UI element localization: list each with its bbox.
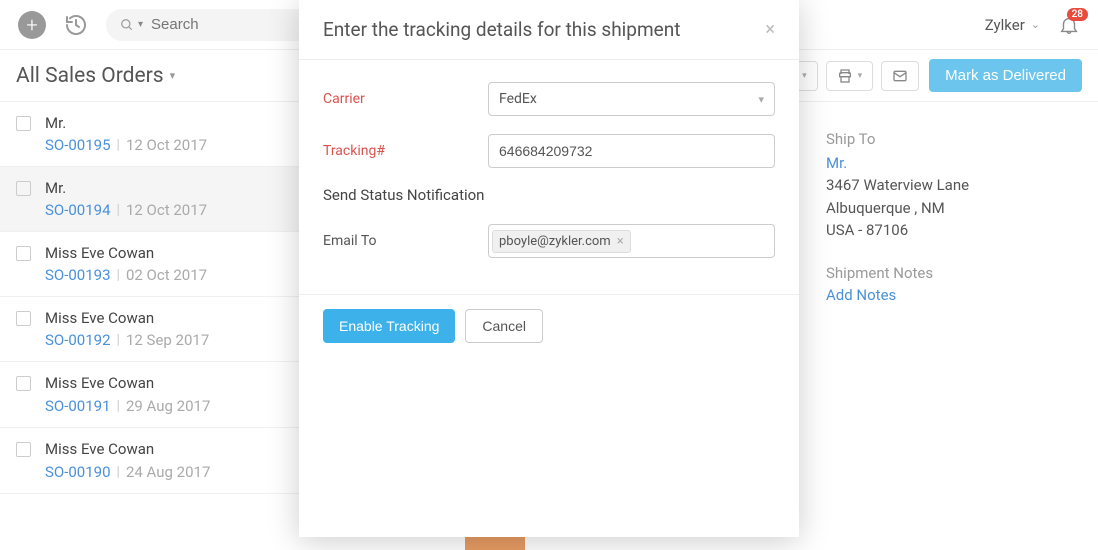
order-number: SO-00190 [45, 463, 111, 481]
order-date: 24 Aug 2017 [126, 463, 210, 481]
email-chip: pboyle@zykler.com × [492, 230, 631, 253]
chevron-down-icon: ▾ [858, 71, 863, 81]
email-button[interactable] [881, 61, 919, 91]
order-checkbox[interactable] [16, 116, 31, 131]
carrier-label: Carrier [323, 91, 488, 107]
ship-to-line2: Albuquerque , NM [826, 197, 1066, 220]
chevron-down-icon: ▾ [758, 93, 764, 106]
tracking-label: Tracking# [323, 143, 488, 159]
emailto-row: Email To pboyle@zykler.com × [323, 224, 775, 258]
order-number: SO-00194 [45, 201, 111, 219]
order-list-title-dropdown[interactable]: All Sales Orders ▾ [16, 64, 175, 88]
modal-body: Carrier FedEx ▾ Tracking# Send Status No… [299, 60, 799, 294]
carrier-value: FedEx [499, 91, 537, 107]
order-number: SO-00191 [45, 397, 111, 415]
notification-badge: 28 [1067, 8, 1088, 21]
order-customer-name: Miss Eve Cowan [45, 309, 154, 327]
add-notes-link[interactable]: Add Notes [826, 286, 1066, 304]
modal-title: Enter the tracking details for this ship… [323, 18, 765, 41]
order-customer-name: Mr. [45, 114, 66, 132]
tracking-row: Tracking# [323, 134, 775, 168]
modal-header: Enter the tracking details for this ship… [299, 0, 799, 60]
chevron-down-icon: ▾ [802, 71, 807, 81]
chevron-down-icon: ▾ [170, 69, 176, 82]
tracking-modal: Enter the tracking details for this ship… [299, 0, 799, 537]
search-icon [120, 18, 134, 32]
order-customer-name: Miss Eve Cowan [45, 440, 154, 458]
order-customer-name: Miss Eve Cowan [45, 244, 154, 262]
emailto-label: Email To [323, 233, 488, 249]
email-chip-text: pboyle@zykler.com [499, 234, 611, 249]
tracking-input[interactable] [488, 134, 775, 168]
order-date: 12 Oct 2017 [126, 136, 207, 154]
order-checkbox[interactable] [16, 246, 31, 261]
order-customer-name: Miss Eve Cowan [45, 374, 154, 392]
order-checkbox[interactable] [16, 311, 31, 326]
order-customer-name: Mr. [45, 179, 66, 197]
order-number: SO-00195 [45, 136, 111, 154]
ship-to-section: Ship To Mr. 3467 Waterview Lane Albuquer… [826, 130, 1066, 304]
enable-tracking-button[interactable]: Enable Tracking [323, 309, 455, 343]
carrier-row: Carrier FedEx ▾ [323, 82, 775, 116]
ship-to-label: Ship To [826, 130, 1066, 148]
search-scope-caret-icon: ▾ [138, 19, 143, 30]
order-date: 12 Oct 2017 [126, 201, 207, 219]
ship-to-name[interactable]: Mr. [826, 154, 1066, 172]
cancel-button[interactable]: Cancel [465, 309, 543, 343]
history-icon[interactable] [64, 13, 88, 37]
order-checkbox[interactable] [16, 376, 31, 391]
order-date: 02 Oct 2017 [126, 266, 207, 284]
order-date: 29 Aug 2017 [126, 397, 210, 415]
profile-name: Zylker [985, 16, 1025, 34]
chevron-down-icon: ⌄ [1031, 18, 1040, 31]
notify-label: Send Status Notification [323, 186, 775, 204]
emailto-input[interactable]: pboyle@zykler.com × [488, 224, 775, 258]
print-button[interactable]: ▾ [826, 61, 874, 91]
mark-delivered-button[interactable]: Mark as Delivered [929, 59, 1082, 92]
profile-menu[interactable]: Zylker ⌄ [985, 16, 1040, 34]
notifications-button[interactable]: 28 [1058, 14, 1080, 36]
modal-footer: Enable Tracking Cancel [299, 294, 799, 363]
add-button[interactable]: + [18, 11, 46, 39]
order-number: SO-00192 [45, 331, 111, 349]
order-checkbox[interactable] [16, 181, 31, 196]
ship-to-line1: 3467 Waterview Lane [826, 174, 1066, 197]
modal-close-button[interactable]: × [765, 19, 775, 40]
order-list-title: All Sales Orders [16, 64, 164, 88]
email-chip-remove[interactable]: × [617, 234, 624, 249]
order-checkbox[interactable] [16, 442, 31, 457]
order-date: 12 Sep 2017 [126, 331, 209, 349]
shipment-notes-label: Shipment Notes [826, 264, 1066, 282]
order-number: SO-00193 [45, 266, 111, 284]
carrier-select[interactable]: FedEx ▾ [488, 82, 775, 116]
ship-to-line3: USA - 87106 [826, 219, 1066, 242]
